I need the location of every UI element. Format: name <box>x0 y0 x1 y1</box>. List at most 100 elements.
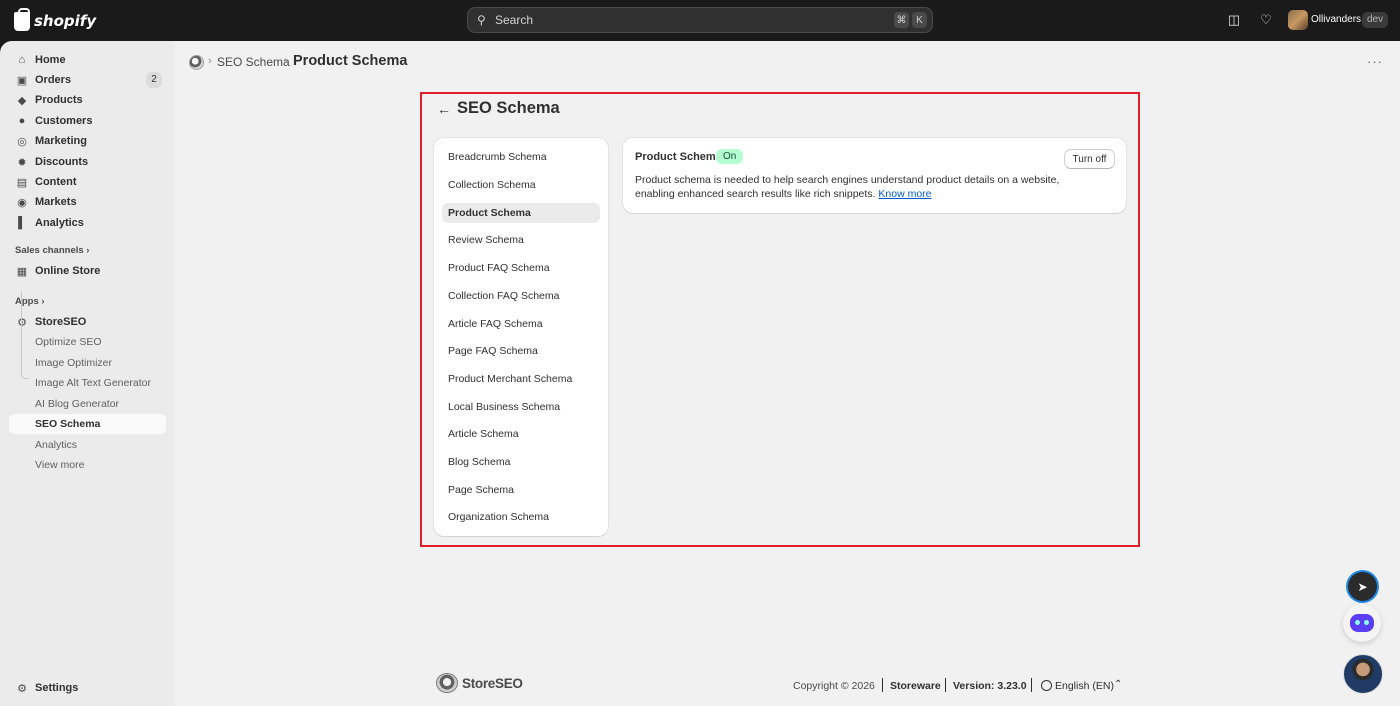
sidebar-item-content[interactable]: ▤ Content <box>9 172 166 192</box>
schema-menu-item[interactable]: Organization Schema <box>442 507 600 527</box>
schema-menu-item[interactable]: Breadcrumb Schema <box>442 147 600 167</box>
storeseo-footer-logo: StoreSEO <box>436 673 523 693</box>
know-more-link[interactable]: Know more <box>878 188 931 200</box>
sidebar-item-label: Marketing <box>35 135 87 147</box>
home-icon: ⌂ <box>18 54 26 66</box>
bar-chart-icon: ▌ <box>18 217 26 229</box>
shopify-bag-icon <box>14 7 30 31</box>
support-avatar[interactable] <box>1343 654 1383 694</box>
globe-icon <box>1041 680 1052 691</box>
turn-off-button[interactable]: Turn off <box>1064 149 1115 169</box>
back-arrow-icon[interactable]: ← <box>437 101 451 117</box>
sidebar-subitem-label: AI Blog Generator <box>35 398 120 410</box>
sidebar-item-settings[interactable]: ⚙ Settings <box>9 678 166 698</box>
target-icon: ◎ <box>17 135 27 148</box>
sales-channels-label[interactable]: Sales channels › <box>15 245 89 256</box>
gear-icon: ⚙ <box>17 682 27 695</box>
sidebar-item-label: Orders <box>35 74 72 86</box>
schema-description-line1: Product schema is needed to help search … <box>635 174 1060 186</box>
language-selector[interactable]: English (EN) <box>1055 680 1114 692</box>
sidebar-item-analytics[interactable]: ▌ Analytics <box>9 213 166 233</box>
footer-divider <box>1031 678 1032 692</box>
sidebar-item-discounts[interactable]: ✹ Discounts <box>9 152 166 172</box>
schema-menu-item[interactable]: Page FAQ Schema <box>442 341 600 361</box>
schema-menu-item[interactable]: Article FAQ Schema <box>442 314 600 334</box>
brand-name: shopify <box>34 12 97 30</box>
schema-menu-item[interactable]: Local Business Schema <box>442 397 600 417</box>
sidebar-item-label: Home <box>35 54 66 66</box>
sidebar-item-marketing[interactable]: ◎ Marketing <box>9 131 166 151</box>
shopify-logo[interactable]: shopify <box>14 7 97 32</box>
app-page-heading: SEO Schema <box>457 99 560 117</box>
dev-badge: dev <box>1362 12 1389 28</box>
chevron-up-icon[interactable]: ⌃ <box>1114 679 1122 690</box>
schema-menu-item-active[interactable]: Product Schema <box>442 203 600 223</box>
search-bar[interactable]: ⚲ Search ⌘ K <box>467 7 933 33</box>
chatbot-button[interactable] <box>1343 604 1381 642</box>
page-title: Product Schema <box>293 53 408 69</box>
sidebar-item-label: Customers <box>35 115 93 127</box>
sidebar-item-label: Products <box>35 94 83 106</box>
sidebar-item-products[interactable]: ◆ Products <box>9 90 166 110</box>
copyright-text: Copyright © 2026 <box>793 680 875 692</box>
inbox-icon[interactable]: ◫ <box>1226 12 1242 28</box>
apps-label[interactable]: Apps › <box>15 296 45 307</box>
command-key: ⌘ <box>894 12 909 28</box>
sidebar-subitem-label: Image Optimizer <box>35 357 113 369</box>
footer-divider <box>882 678 883 692</box>
sidebar-item-customers[interactable]: ● Customers <box>9 111 166 131</box>
sidebar-subitem-label: Analytics <box>35 439 78 451</box>
breadcrumb-chevron-icon: › <box>208 55 212 67</box>
sidebar-subitem-label: SEO Schema <box>35 418 101 430</box>
storeware-link[interactable]: Storeware <box>890 680 941 692</box>
storeseo-logo-icon <box>436 673 458 693</box>
rocket-icon[interactable]: ➤ <box>1348 572 1377 601</box>
schema-menu-item[interactable]: Collection FAQ Schema <box>442 286 600 306</box>
schema-menu-card <box>434 138 608 536</box>
tag-icon: ◆ <box>17 94 27 107</box>
sidebar-subitem-label: Image Alt Text Generator <box>35 377 151 389</box>
footer-divider <box>945 678 946 692</box>
schema-menu-item[interactable]: Product Merchant Schema <box>442 369 600 389</box>
sidebar-item-home[interactable]: ⌂ Home <box>9 50 166 70</box>
sidebar-item-label: Analytics <box>35 217 84 229</box>
sidebar-item-markets[interactable]: ◉ Markets <box>9 192 166 212</box>
footer-logo-text: StoreSEO <box>462 675 523 691</box>
sidebar-subitem-image-alt-text[interactable]: Image Alt Text Generator <box>9 373 166 393</box>
breadcrumb-chevron-icon: › <box>284 55 288 67</box>
top-bar: shopify ⚲ Search ⌘ K ◫ ♡ Ollivanders dev <box>0 0 1400 41</box>
sidebar-subitem-ai-blog[interactable]: AI Blog Generator <box>9 394 166 414</box>
schema-menu-item[interactable]: Product FAQ Schema <box>442 258 600 278</box>
sidebar-subitem-view-more[interactable]: View more <box>9 455 166 475</box>
discount-icon: ✹ <box>17 156 27 169</box>
schema-menu-item[interactable]: Article Schema <box>442 424 600 444</box>
sidebar-item-label: Markets <box>35 196 77 208</box>
storeseo-app-icon[interactable] <box>189 55 204 70</box>
sidebar-subitem-optimize-seo[interactable]: Optimize SEO <box>9 332 166 352</box>
sidebar-subitem-seo-schema[interactable]: SEO Schema <box>9 414 166 434</box>
search-icon: ⚲ <box>477 13 486 27</box>
sidebar-item-label: Settings <box>35 682 79 694</box>
schema-menu-item[interactable]: Blog Schema <box>442 452 600 472</box>
sidebar-item-online-store[interactable]: ▦ Online Store <box>9 261 166 281</box>
sidebar-subitem-image-optimizer[interactable]: Image Optimizer <box>9 353 166 373</box>
person-icon: ● <box>18 115 26 127</box>
schema-menu-item[interactable]: Review Schema <box>442 230 600 250</box>
breadcrumb-seo-schema[interactable]: SEO Schema <box>217 55 290 69</box>
schema-description-line2: enabling enhanced search results like ri… <box>635 188 932 200</box>
sidebar-item-orders[interactable]: ▣ Orders 2 <box>9 70 166 90</box>
schema-menu-item[interactable]: Page Schema <box>442 480 600 500</box>
schema-menu-item[interactable]: Collection Schema <box>442 175 600 195</box>
version-text: Version: 3.23.0 <box>953 680 1027 692</box>
orders-icon: ▣ <box>16 74 28 87</box>
sidebar-item-label: StoreSEO <box>35 316 87 328</box>
store-name[interactable]: Ollivanders <box>1311 14 1361 25</box>
store-avatar[interactable] <box>1288 10 1308 30</box>
storeseo-icon: ⚙ <box>17 316 27 329</box>
globe-icon: ◉ <box>17 196 27 209</box>
sidebar-subitem-analytics[interactable]: Analytics <box>9 435 166 455</box>
robot-icon <box>1350 614 1374 632</box>
sidebar-item-storeseo[interactable]: ⚙ StoreSEO <box>9 312 166 332</box>
bell-icon[interactable]: ♡ <box>1258 12 1274 28</box>
more-actions-icon[interactable]: ··· <box>1367 54 1383 69</box>
